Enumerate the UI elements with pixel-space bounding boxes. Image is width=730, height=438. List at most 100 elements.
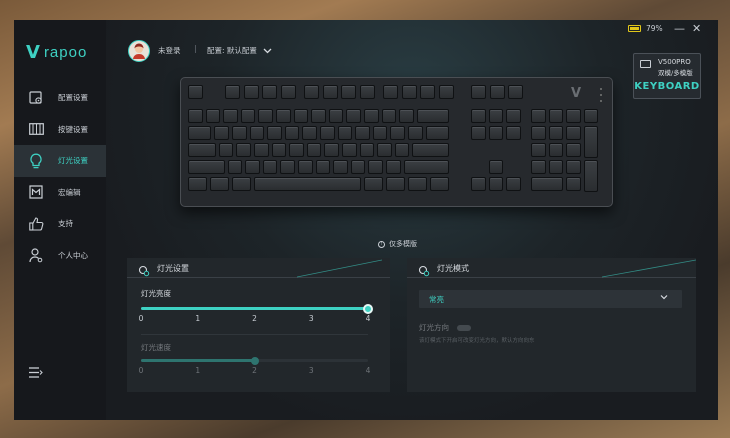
- light-mode-value: 常亮: [429, 295, 444, 304]
- keyboard-logo-icon: V: [571, 86, 582, 101]
- keyboard-key: [355, 126, 370, 140]
- keyboard-key: [306, 143, 322, 157]
- keyboard-key: [364, 109, 379, 123]
- user-center-icon: [28, 247, 44, 263]
- keyboard-key: [254, 177, 361, 191]
- keyboard-key: [232, 126, 247, 140]
- keyboard-key: [506, 109, 521, 123]
- battery-fill: [630, 27, 639, 30]
- profile-dropdown[interactable]: 配置: 默认配置: [207, 45, 272, 56]
- sidebar-item-lighting[interactable]: 灯光设置: [14, 145, 106, 177]
- keyboard-key: [412, 143, 449, 157]
- direction-label: 灯光方向: [419, 323, 449, 332]
- keyboard-key: [320, 126, 335, 140]
- keyboard-key: [240, 109, 256, 123]
- slider-tick-label: 0: [138, 314, 144, 323]
- keyboard-led-indicator: [600, 88, 602, 90]
- logo-mark-icon: V: [26, 42, 40, 63]
- keyboard-key: [471, 109, 486, 123]
- light-mode-icon: [418, 262, 430, 277]
- slider-tick-label: 3: [308, 314, 314, 323]
- keyboard-key: [243, 85, 259, 99]
- minimize-button[interactable]: —: [674, 22, 685, 35]
- keyboard-key: [583, 160, 599, 192]
- brightness-slider-fill: [141, 307, 368, 310]
- sidebar-item-profile-config[interactable]: 配置设置: [14, 82, 106, 114]
- slider-tick-label: 2: [252, 314, 257, 323]
- keyboard-key: [188, 160, 225, 174]
- sidebar-item-user-center[interactable]: 个人中心: [14, 240, 106, 272]
- keyboard-key: [223, 109, 238, 123]
- keyboard-key: [416, 109, 449, 123]
- device-card[interactable]: V500PRO 双模/多模版 KEYBOARD: [633, 53, 701, 99]
- keyboard-key: [337, 126, 353, 140]
- light-mode-select[interactable]: 常亮: [419, 290, 682, 308]
- brightness-label: 灯光亮度: [141, 289, 171, 298]
- keyboard-key: [254, 143, 269, 157]
- keyboard-key: [383, 85, 398, 99]
- keyboard-key: [188, 177, 207, 191]
- thumbs-up-icon: [28, 216, 44, 232]
- brightness-slider-thumb[interactable]: [363, 303, 373, 314]
- menu-list-icon[interactable]: [28, 364, 44, 380]
- keyboard-key: [328, 109, 344, 123]
- keyboard-key: [188, 126, 212, 140]
- keyboard-key: [333, 160, 348, 174]
- speed-slider-thumb[interactable]: [250, 356, 259, 365]
- keyboard-key: [262, 160, 278, 174]
- keyboard-key: [566, 109, 581, 123]
- slider-tick-label: 1: [195, 366, 201, 375]
- keyboard-key: [262, 85, 277, 99]
- lightbulb-icon: [28, 153, 44, 169]
- keyboard-key: [508, 85, 523, 99]
- keyboard-key: [566, 160, 581, 174]
- sidebar-item-label: 按键设置: [58, 124, 88, 134]
- direction-row: 灯光方向: [419, 322, 471, 333]
- sidebar-item-keys[interactable]: 按键设置: [14, 114, 106, 146]
- app-window: V rapoo 配置设置 按键设置 灯光设置 宏编辑 支持 个人中心 未登录 |…: [14, 20, 718, 420]
- keyboard-key: [346, 109, 361, 123]
- keyboard-key: [403, 160, 449, 174]
- keyboard-key: [488, 177, 504, 191]
- keyboard-key: [302, 126, 317, 140]
- keyboard-key: [372, 126, 388, 140]
- keyboard-key: [298, 160, 313, 174]
- keyboard-key: [304, 85, 319, 99]
- keyboard-key: [430, 177, 449, 191]
- sidebar-item-support[interactable]: 支持: [14, 208, 106, 240]
- brightness-slider[interactable]: [141, 303, 373, 314]
- keys-settings-icon: [28, 121, 44, 137]
- close-button[interactable]: ✕: [692, 22, 701, 35]
- sidebar-item-label: 灯光设置: [58, 156, 88, 166]
- keyboard-key: [488, 160, 504, 174]
- keyboard-key: [368, 160, 383, 174]
- chevron-down-icon: [263, 48, 272, 53]
- avatar[interactable]: [128, 40, 150, 62]
- keyboard-key: [583, 126, 599, 158]
- direction-toggle[interactable]: [457, 324, 471, 331]
- panel-title: 灯光模式: [437, 264, 469, 273]
- slider-tick-label: 1: [195, 314, 201, 323]
- keyboard-key: [342, 143, 357, 157]
- keyboard-key: [225, 85, 240, 99]
- keyboard-key: [364, 177, 383, 191]
- battery-status: 79%: [628, 24, 663, 33]
- keyboard-key: [218, 143, 234, 157]
- speed-slider[interactable]: [141, 356, 368, 365]
- macro-editor-icon: [28, 184, 44, 200]
- keyboard-key: [359, 143, 375, 157]
- keyboard-key: [322, 85, 338, 99]
- panel-header: 灯光设置: [127, 258, 390, 278]
- keyboard-key: [548, 160, 564, 174]
- panel-header: 灯光模式: [407, 258, 696, 278]
- speed-label: 灯光速度: [141, 343, 171, 352]
- login-status[interactable]: 未登录: [158, 45, 181, 56]
- keyboard-key: [425, 126, 449, 140]
- keyboard-preview: V: [180, 77, 613, 207]
- keyboard-key: [531, 177, 564, 191]
- chevron-down-icon: [660, 293, 668, 302]
- sidebar-item-macro[interactable]: 宏编辑: [14, 177, 106, 209]
- avatar-figure-icon: [133, 43, 145, 59]
- keyboard-key: [377, 143, 392, 157]
- logo-text: rapoo: [43, 44, 88, 61]
